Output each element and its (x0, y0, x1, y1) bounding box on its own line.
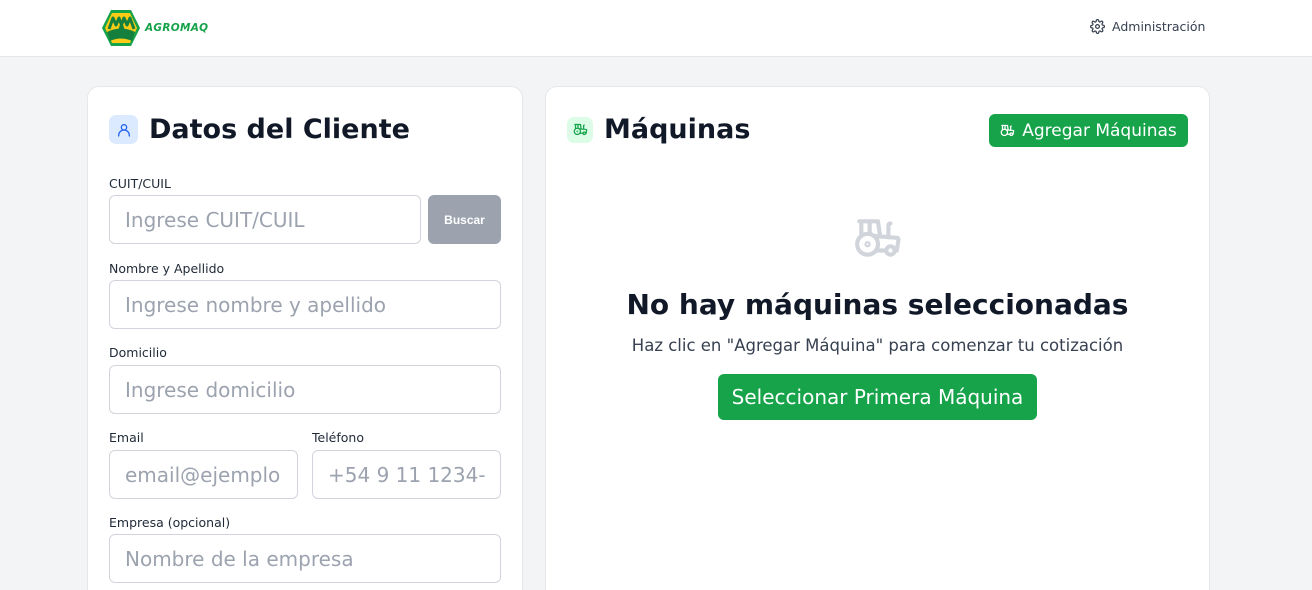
search-button[interactable]: Buscar (428, 195, 501, 244)
add-machines-button[interactable]: Agregar Máquinas (989, 114, 1188, 147)
tractor-icon (573, 123, 587, 136)
client-card-title: Datos del Cliente (149, 114, 410, 145)
agromaq-logo-mark (102, 10, 140, 46)
company-label: Empresa (opcional) (109, 515, 231, 530)
empty-state-title: No hay máquinas seleccionadas (626, 288, 1129, 321)
administration-link[interactable]: Administración (1090, 19, 1205, 34)
name-label: Nombre y Apellido (109, 261, 225, 276)
name-input[interactable] (109, 280, 501, 329)
phone-input[interactable] (312, 450, 501, 499)
address-label: Domicilio (109, 345, 167, 360)
user-icon-badge (109, 115, 138, 144)
gear-icon (1090, 19, 1105, 34)
phone-label: Teléfono (312, 430, 364, 445)
company-input[interactable] (109, 534, 501, 583)
add-machines-label: Agregar Máquinas (1022, 120, 1177, 141)
logo-text: AGROMAQ (145, 22, 209, 34)
machines-card-title: Máquinas (604, 114, 751, 145)
user-icon (117, 123, 130, 137)
address-input[interactable] (109, 365, 501, 414)
machines-card-header: Máquinas (567, 114, 750, 145)
select-first-machine-button[interactable]: Seleccionar Primera Máquina (718, 374, 1037, 420)
administration-label: Administración (1112, 19, 1206, 34)
cuit-input[interactable] (109, 195, 421, 244)
top-navbar: AGROMAQ Administración (0, 0, 1312, 57)
client-card-header: Datos del Cliente (109, 114, 410, 145)
agromaq-logo[interactable]: AGROMAQ (101, 8, 208, 48)
empty-state-subtitle: Haz clic en "Agregar Máquina" para comen… (631, 336, 1124, 355)
tractor-empty-icon (855, 219, 901, 257)
tractor-icon (1000, 124, 1015, 137)
email-input[interactable] (109, 450, 298, 499)
tractor-icon-badge (567, 116, 593, 143)
email-label: Email (109, 430, 144, 445)
cuit-label: CUIT/CUIL (109, 176, 171, 191)
